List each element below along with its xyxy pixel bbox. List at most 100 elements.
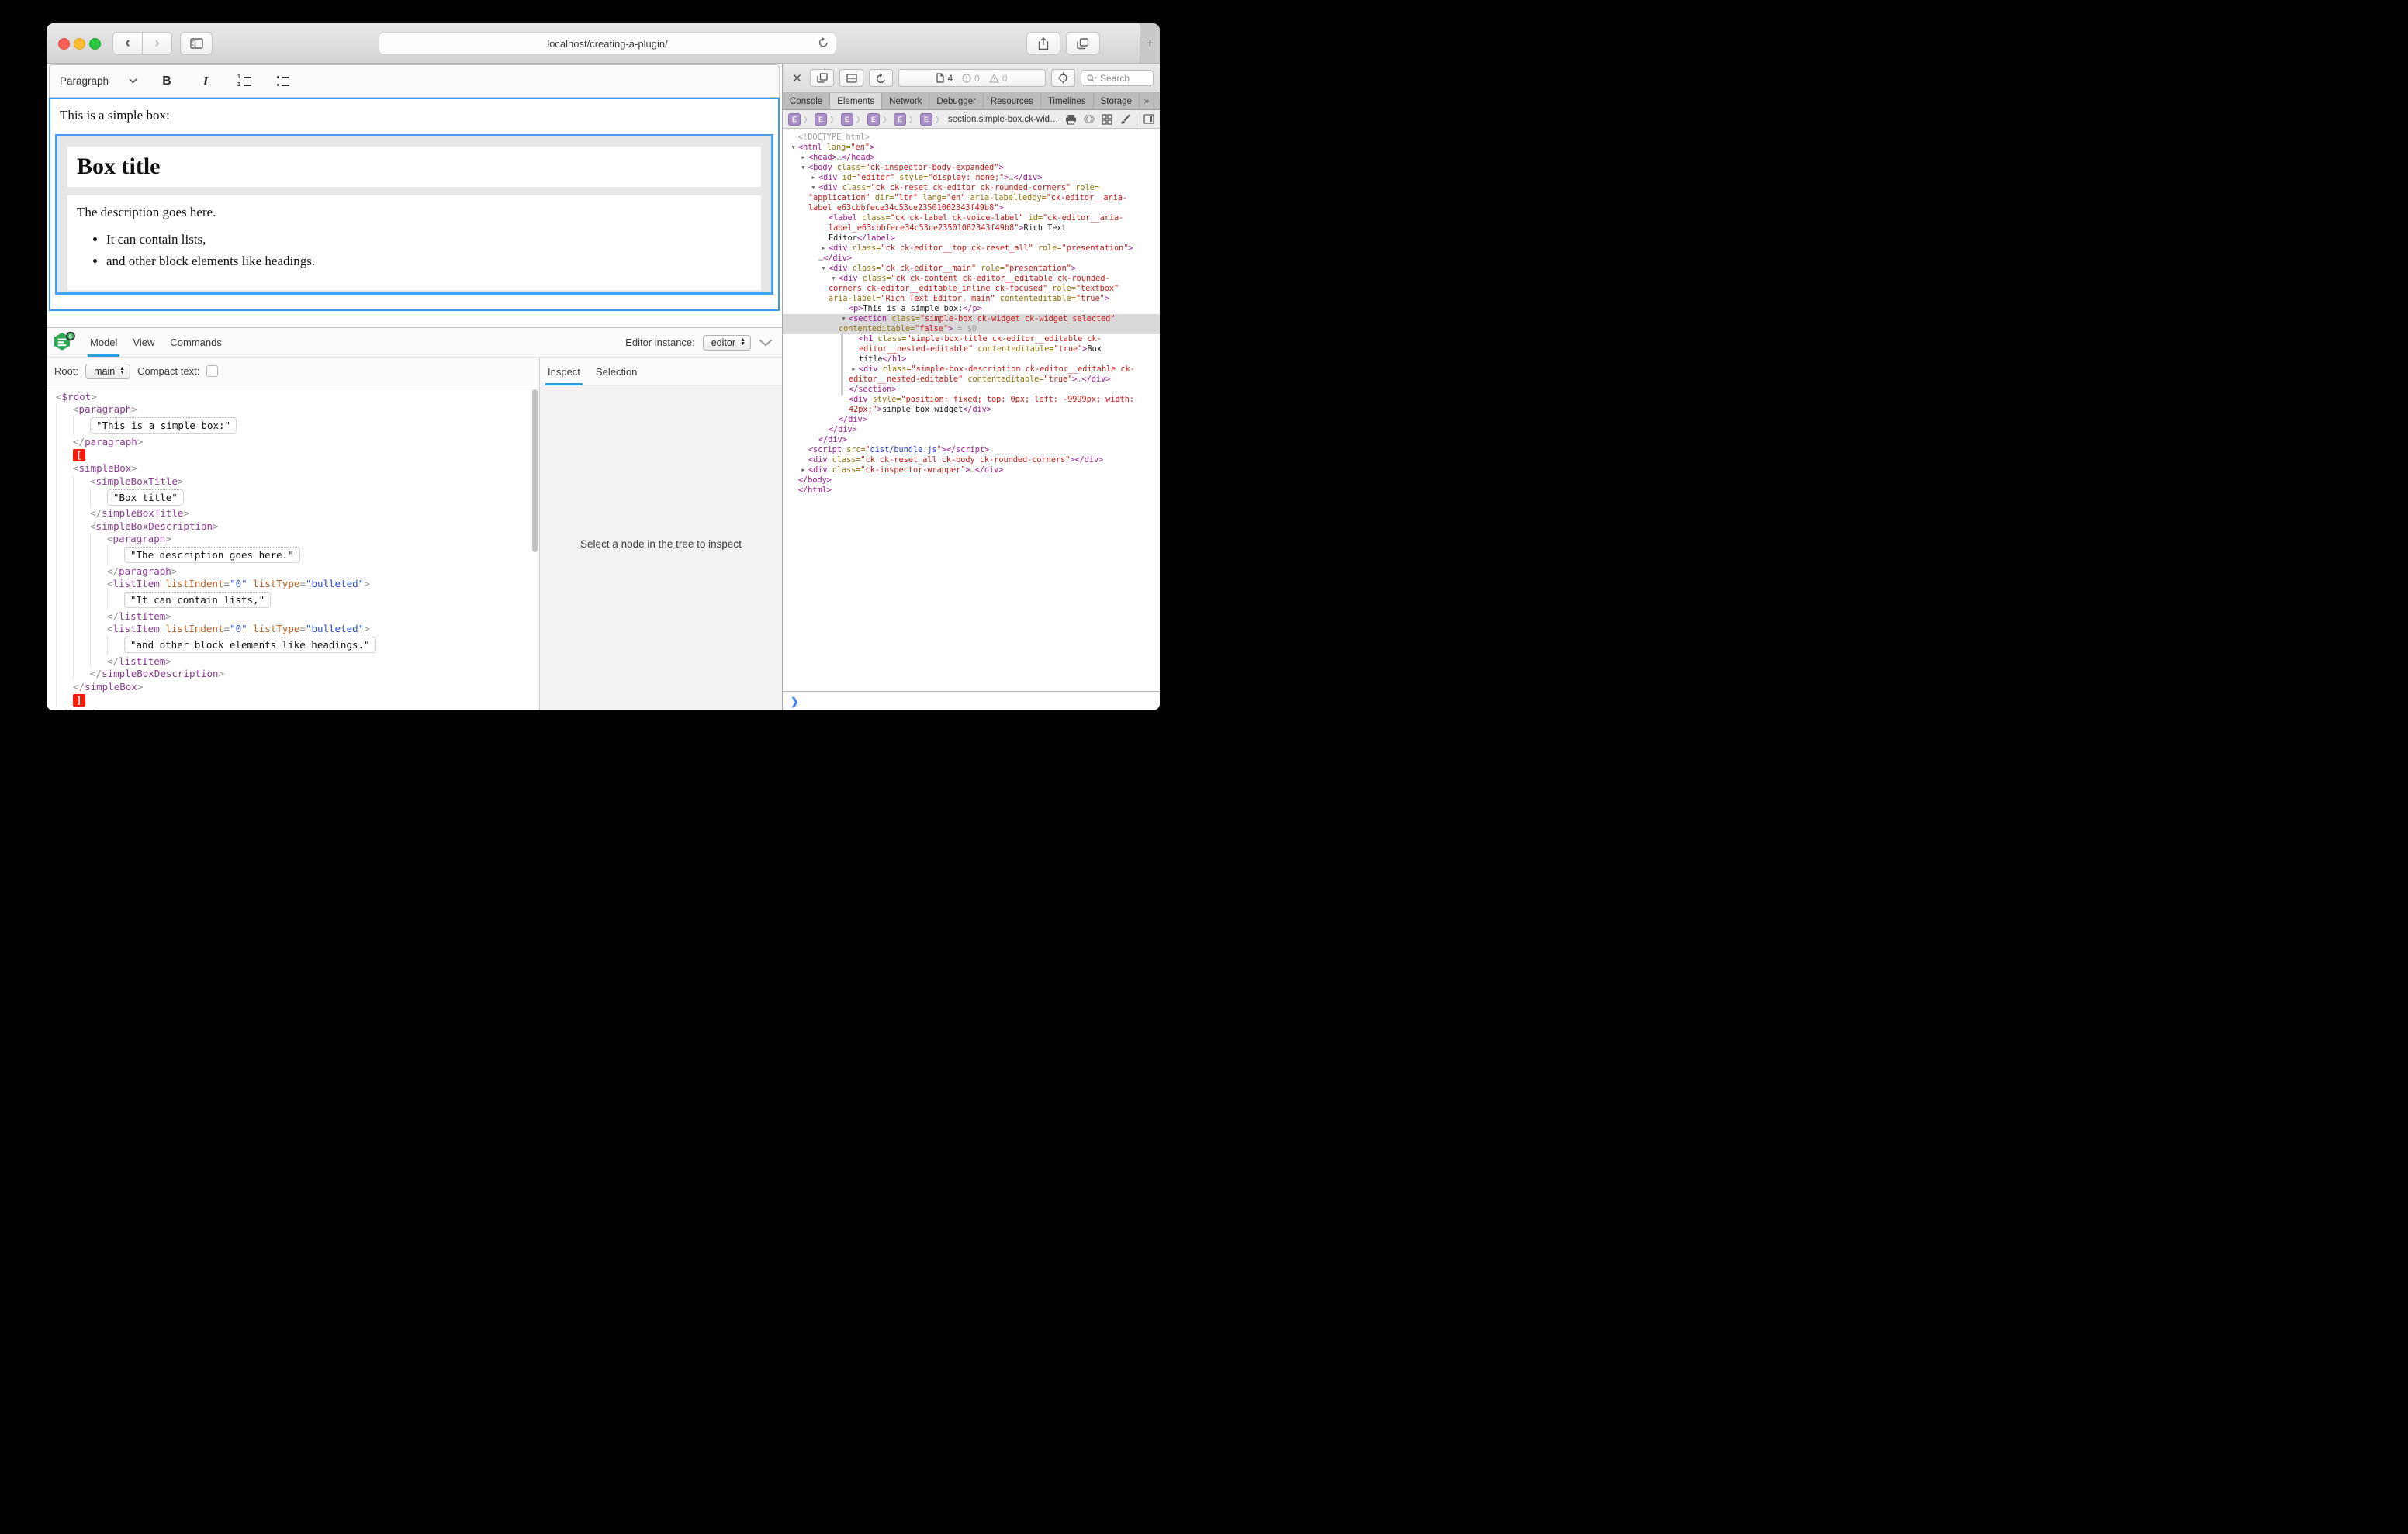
detach-inspector-button[interactable] [810,69,834,87]
dom-tree-row[interactable]: corners ck-editor__editable_inline ck-fo… [783,284,1160,294]
model-tree-row[interactable]: <listItem listIndent="0" listType="bulle… [47,578,539,591]
inspector-collapse-button[interactable] [759,339,773,347]
model-text-node[interactable]: "Box title" [107,489,184,506]
inspect-element-button[interactable] [1051,69,1075,87]
dom-tree-row[interactable]: label_e63cbbfece34c53ce23501062343f49b8"… [783,223,1160,233]
devtools-tab-elements[interactable]: Elements [830,93,882,109]
dom-tree-row[interactable]: aria-label="Rich Text Editor, main" cont… [783,294,1160,304]
add-tab-button[interactable]: + [1154,93,1160,109]
widget-bullet-item[interactable]: It can contain lists, [106,232,761,247]
tab-overview-button[interactable] [1066,32,1100,55]
quick-console[interactable]: ❯ [783,691,1160,710]
dom-tree-row[interactable]: </html> [783,485,1160,496]
address-bar[interactable]: localhost/creating-a-plugin/ [379,32,836,55]
dom-tree-row[interactable]: 42px;">simple box widget</div> [783,405,1160,415]
expand-triangle-icon[interactable]: ▶ [808,173,818,183]
model-tree-row[interactable]: </listItem> [47,610,539,623]
issues-badge-group[interactable]: 4 0 0 [898,69,1046,87]
forward-button[interactable]: › [143,32,172,55]
dom-tree-row[interactable]: label_e63cbbfece34c53ce23501062343f49b8"… [783,203,1160,213]
collapse-triangle-icon[interactable]: ▼ [798,163,808,173]
element-badge[interactable]: E [920,113,932,126]
numbered-list-button[interactable]: 1 2 [235,72,254,91]
inspector-tab-model[interactable]: Model [82,328,125,357]
root-select[interactable]: main ▲▼ [85,364,130,379]
inspector-search-field[interactable]: Search [1081,70,1154,86]
model-tree-row[interactable]: </paragraph> [47,435,539,448]
editor-instance-select[interactable]: editor ▲▼ [703,335,751,351]
element-badge[interactable]: E [894,113,906,126]
reload-page-button[interactable] [869,69,893,87]
collapse-triangle-icon[interactable]: ▼ [808,183,818,193]
dom-tree-row[interactable]: ▶<head>…</head> [783,153,1160,163]
expand-triangle-icon[interactable]: ▶ [849,364,859,375]
model-tree-row[interactable]: </simpleBoxTitle> [47,507,539,520]
expand-triangle-icon[interactable]: ▶ [798,153,808,163]
dom-tree-row[interactable]: ▼<div class="ck ck-reset ck-editor ck-ro… [783,183,1160,193]
dom-tree-row[interactable]: </div> [783,425,1160,435]
code-brackets-icon[interactable] [1083,114,1095,124]
model-tree-row[interactable]: </$root> [47,707,539,711]
dom-tree-row[interactable]: …</div> [783,254,1160,264]
editor-editable-area[interactable]: This is a simple box: Box title The desc… [49,98,780,311]
zoom-window-button[interactable] [89,38,101,50]
dom-tree-row[interactable]: <h1 class="simple-box-title ck-editor__e… [783,334,1160,344]
sidebar-button[interactable] [180,32,213,55]
simple-box-title-editable[interactable]: Box title [67,147,761,187]
dom-tree-row[interactable]: editor__nested-editable" contenteditable… [783,344,1160,354]
minimize-window-button[interactable] [74,38,85,50]
expand-triangle-icon[interactable]: ▶ [798,465,808,475]
element-badge[interactable]: E [841,113,853,126]
simple-box-description-editable[interactable]: The description goes here. It can contai… [67,195,761,290]
dom-tree-row[interactable]: ▼<section class="simple-box ck-widget ck… [783,314,1160,324]
breadcrumb-selected-node[interactable]: section.simple-box.ck-wid… [948,115,1059,124]
dom-tree-row[interactable]: title</h1> [783,354,1160,364]
overflow-tabs-button[interactable]: » [1140,93,1154,109]
devtools-tab-timelines[interactable]: Timelines [1041,93,1094,109]
bulleted-list-button[interactable] [274,72,292,91]
dom-tree-row[interactable]: ▶<div id="editor" style="display: none;"… [783,173,1160,183]
dom-tree-row[interactable]: ▼<div class="ck ck-editor__main" role="p… [783,264,1160,274]
dom-tree-row[interactable]: <label class="ck ck-label ck-voice-label… [783,213,1160,223]
devtools-tab-network[interactable]: Network [882,93,929,109]
dom-tree-row[interactable]: ▶<div class="simple-box-description ck-e… [783,364,1160,375]
dom-tree-row[interactable]: ▼<html lang="en"> [783,143,1160,153]
model-tree-row[interactable]: <$root> [47,390,539,403]
dom-tree-row[interactable]: <p>This is a simple box:</p> [783,304,1160,314]
collapse-triangle-icon[interactable]: ▼ [829,274,839,284]
dom-tree-row[interactable]: ▶<div class="ck-inspector-wrapper">…</di… [783,465,1160,475]
editor-paragraph[interactable]: This is a simple box: [60,108,778,123]
model-tree-row[interactable]: </listItem> [47,655,539,668]
element-badge[interactable]: E [788,113,801,126]
heading-dropdown[interactable]: Paragraph [60,75,137,87]
node-pane-tab-selection[interactable]: Selection [588,366,645,385]
dom-tree-row[interactable]: <div style="position: fixed; top: 0px; l… [783,395,1160,405]
model-text-node[interactable]: "This is a simple box:" [90,417,237,434]
dom-tree-row[interactable]: <div class="ck ck-reset_all ck-body ck-r… [783,455,1160,465]
simple-box-widget[interactable]: Box title The description goes here. It … [55,134,773,295]
element-badge[interactable]: E [867,113,880,126]
compact-text-checkbox[interactable] [206,365,218,377]
model-tree-row[interactable]: "and other block elements like headings.… [47,635,539,655]
close-inspector-button[interactable] [789,74,804,82]
model-text-node[interactable]: "and other block elements like headings.… [124,637,376,653]
print-icon[interactable] [1065,114,1077,125]
devtools-tab-storage[interactable]: Storage [1094,93,1140,109]
model-tree-row[interactable]: [ [47,448,539,462]
element-badge[interactable]: E [815,113,827,126]
reload-icon[interactable] [818,36,829,48]
inspector-tab-view[interactable]: View [125,328,162,357]
dock-bottom-button[interactable] [839,69,863,87]
devtools-tab-console[interactable]: Console [783,93,830,109]
close-window-button[interactable] [58,38,70,50]
dom-tree-row[interactable]: Editor</label> [783,233,1160,244]
model-tree-row[interactable]: <simpleBoxTitle> [47,475,539,488]
model-tree-row[interactable]: "The description goes here." [47,545,539,565]
dom-tree-row[interactable]: ▼<body class="ck-inspector-body-expanded… [783,163,1160,173]
dom-tree-row[interactable]: "application" dir="ltr" lang="en" aria-l… [783,193,1160,203]
model-tree-row[interactable]: </simpleBox> [47,680,539,693]
dom-tree-row[interactable]: <!DOCTYPE html> [783,133,1160,143]
grid-icon[interactable] [1102,114,1112,125]
dom-tree-row[interactable]: </div> [783,415,1160,425]
widget-bullet-item[interactable]: and other block elements like headings. [106,254,761,269]
